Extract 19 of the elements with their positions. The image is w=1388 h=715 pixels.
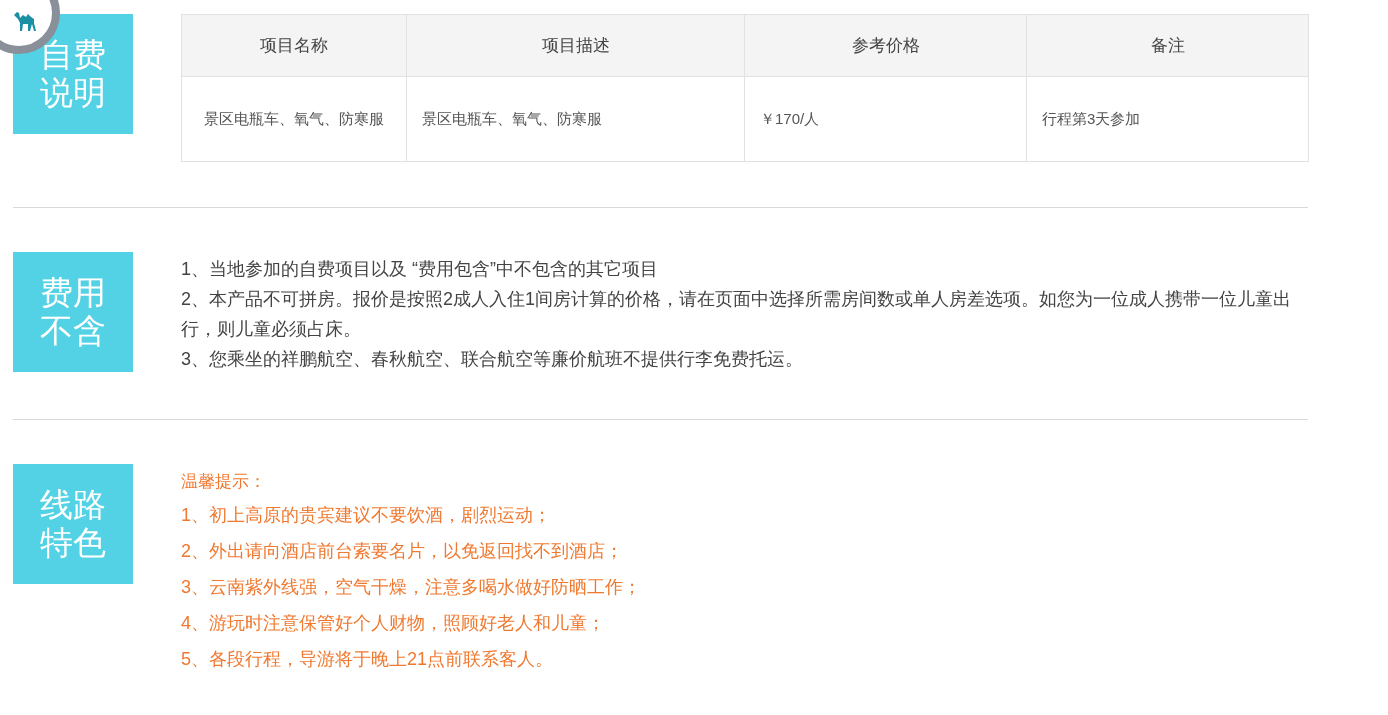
list-item: 2、本产品不可拼房。报价是按照2成人入住1间房计算的价格，请在页面中选择所需房间数或单人房差选项。如您为一位成人携带一位儿童出行，则儿童必须占床。 [181, 288, 1293, 341]
tips-title: 温馨提示： [181, 471, 267, 493]
column-header: 项目名称 [181, 14, 407, 77]
table-cell: ￥170/人 [744, 76, 1027, 162]
tip-item: 1、初上高原的贵宾建议不要饮酒，剧烈运动； [181, 504, 552, 527]
table-cell: 行程第3天参加 [1026, 76, 1309, 162]
table-cell: 景区电瓶车、氧气、防寒服 [181, 76, 407, 162]
tip-item: 5、各段行程，导游将于晚上21点前联系客人。 [181, 648, 555, 671]
tip-item: 2、外出请向酒店前台索要名片，以免返回找不到酒店； [181, 540, 624, 563]
list-item: 1、当地参加的自费项目以及 “费用包含”中不包含的其它项目 [181, 258, 659, 281]
table-cell: 景区电瓶车、氧气、防寒服 [406, 76, 745, 162]
column-header: 备注 [1026, 14, 1309, 77]
section-label: 费用不含 [13, 252, 133, 372]
list-item: 3、您乘坐的祥鹏航空、春秋航空、联合航空等廉价航班不提供行李免费托运。 [181, 348, 804, 371]
column-header: 参考价格 [744, 14, 1027, 77]
section-label: 线路特色 [13, 464, 133, 584]
column-header: 项目描述 [406, 14, 745, 77]
tip-item: 4、游玩时注意保管好个人财物，照顾好老人和儿童； [181, 612, 606, 635]
tip-item: 3、云南紫外线强，空气干燥，注意多喝水做好防晒工作； [181, 576, 642, 599]
